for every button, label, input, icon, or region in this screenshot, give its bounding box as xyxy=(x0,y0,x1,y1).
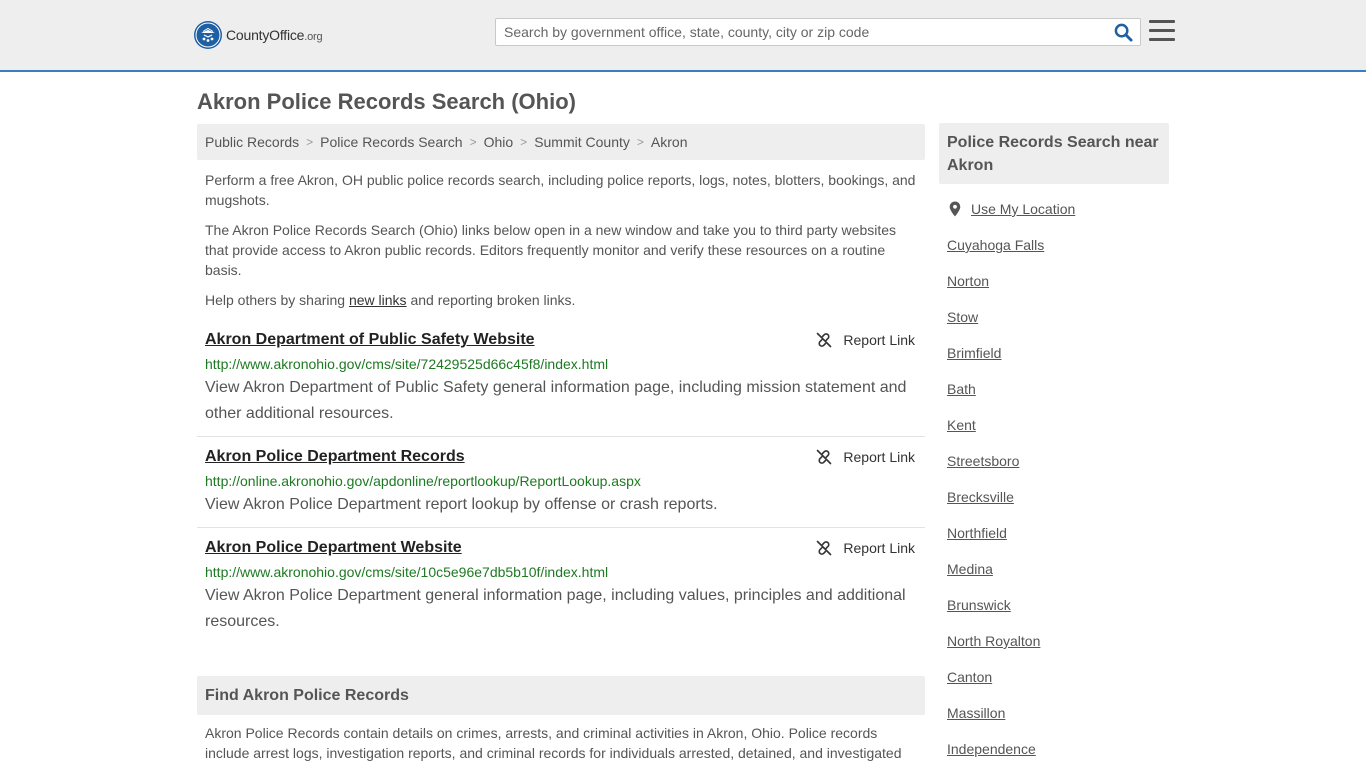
sidebar-city-link[interactable]: Cuyahoga Falls xyxy=(947,237,1044,253)
result-title-link[interactable]: Akron Police Department Website xyxy=(205,539,462,557)
logo-text: CountyOffice.org xyxy=(226,27,323,43)
search-icon xyxy=(1114,23,1133,42)
sidebar-city-link[interactable]: Medina xyxy=(947,561,993,577)
report-link-label: Report Link xyxy=(843,540,915,556)
find-records-heading: Find Akron Police Records xyxy=(197,676,925,715)
find-records-text: Akron Police Records contain details on … xyxy=(205,725,902,761)
sidebar-city-link[interactable]: Independence xyxy=(947,741,1036,757)
result-url[interactable]: http://www.akronohio.gov/cms/site/724295… xyxy=(205,356,608,372)
use-my-location-label: Use My Location xyxy=(971,201,1076,217)
result-title-link[interactable]: Akron Police Department Records xyxy=(205,448,465,466)
sidebar-city-link[interactable]: Bath xyxy=(947,381,976,397)
report-link-button[interactable]: Report Link xyxy=(816,449,915,465)
sidebar-city-link[interactable]: Norton xyxy=(947,273,989,289)
result-item: Akron Police Department Website Report L… xyxy=(197,539,925,639)
result-divider xyxy=(197,436,925,437)
breadcrumb-summit-county[interactable]: Summit County xyxy=(534,134,630,150)
logo-name: CountyOffice xyxy=(226,27,305,43)
page-title: Akron Police Records Search (Ohio) xyxy=(197,89,576,114)
report-link-button[interactable]: Report Link xyxy=(816,332,915,348)
result-description: View Akron Department of Public Safety g… xyxy=(205,379,907,422)
search-button[interactable] xyxy=(1112,22,1134,42)
breadcrumb-separator-icon: > xyxy=(520,135,528,149)
hamburger-menu-icon[interactable] xyxy=(1149,19,1175,43)
report-link-label: Report Link xyxy=(843,449,915,465)
search-input[interactable] xyxy=(496,19,1106,45)
result-description: View Akron Police Department report look… xyxy=(205,496,718,513)
sidebar-city-link[interactable]: Brunswick xyxy=(947,597,1011,613)
new-links-link[interactable]: new links xyxy=(349,292,407,308)
broken-link-icon xyxy=(817,449,832,465)
breadcrumb-public-records[interactable]: Public Records xyxy=(205,134,299,150)
search-box xyxy=(495,18,1141,46)
result-url[interactable]: http://online.akronohio.gov/apdonline/re… xyxy=(205,473,641,489)
breadcrumb-separator-icon: > xyxy=(636,135,644,149)
sidebar-city-link[interactable]: Streetsboro xyxy=(947,453,1019,469)
breadcrumb-ohio[interactable]: Ohio xyxy=(484,134,514,150)
intro-paragraph: Perform a free Akron, OH public police r… xyxy=(205,172,916,208)
report-link-label: Report Link xyxy=(843,332,915,348)
breadcrumb-separator-icon: > xyxy=(306,135,314,149)
breadcrumb: Public Records > Police Records Search >… xyxy=(197,124,925,160)
result-item: Akron Police Department Records Report L… xyxy=(197,448,925,520)
use-my-location-link[interactable]: Use My Location xyxy=(947,201,1075,217)
report-link-button[interactable]: Report Link xyxy=(816,540,915,556)
result-divider xyxy=(197,527,925,528)
result-title-link[interactable]: Akron Department of Public Safety Websit… xyxy=(205,331,535,349)
disclaimer-paragraph: The Akron Police Records Search (Ohio) l… xyxy=(205,222,897,278)
sidebar-city-link[interactable]: Northfield xyxy=(947,525,1007,541)
result-item: Akron Department of Public Safety Websit… xyxy=(197,331,925,431)
site-header: CountyOffice.org xyxy=(0,0,1366,72)
logo-tld: .org xyxy=(304,31,323,43)
sidebar-city-link[interactable]: Brecksville xyxy=(947,489,1014,505)
site-logo[interactable]: CountyOffice.org xyxy=(194,21,323,49)
breadcrumb-akron[interactable]: Akron xyxy=(651,134,688,150)
sidebar-city-link[interactable]: Kent xyxy=(947,417,976,433)
sidebar-city-link[interactable]: Stow xyxy=(947,309,978,325)
county-seal-icon xyxy=(194,21,222,49)
broken-link-icon xyxy=(817,540,832,556)
share-text-before: Help others by sharing xyxy=(205,292,349,308)
map-pin-icon xyxy=(949,201,961,217)
result-description: View Akron Police Department general inf… xyxy=(205,587,906,630)
result-url[interactable]: http://www.akronohio.gov/cms/site/10c5e9… xyxy=(205,564,608,580)
sidebar-heading: Police Records Search near Akron xyxy=(939,123,1169,184)
share-text-after: and reporting broken links. xyxy=(406,292,576,308)
breadcrumb-police-records-search[interactable]: Police Records Search xyxy=(320,134,462,150)
sidebar-city-link[interactable]: Canton xyxy=(947,669,992,685)
sidebar-city-link[interactable]: Brimfield xyxy=(947,345,1001,361)
sidebar-city-link[interactable]: North Royalton xyxy=(947,633,1040,649)
broken-link-icon xyxy=(817,332,832,348)
sidebar-city-link[interactable]: Massillon xyxy=(947,705,1005,721)
share-paragraph: Help others by sharing new links and rep… xyxy=(205,290,920,310)
breadcrumb-separator-icon: > xyxy=(469,135,477,149)
